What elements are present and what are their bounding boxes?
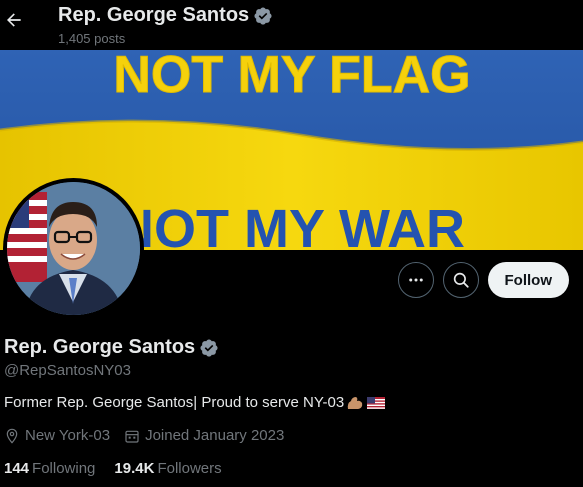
flexed-biceps-icon — [347, 396, 363, 409]
banner-line-2: NOT MY WAR — [115, 199, 465, 250]
ellipsis-icon — [408, 278, 423, 282]
location-text: New York-03 — [25, 427, 111, 444]
more-button[interactable] — [397, 262, 434, 298]
profile-meta: New York-03 Joined January 2023 — [4, 427, 298, 444]
header-name: Rep. George Santos — [58, 4, 250, 26]
followers-count: 19.4K — [114, 460, 155, 477]
location-item: New York-03 — [4, 427, 110, 444]
profile-name-row: Rep. George Santos — [4, 336, 219, 359]
profile-handle: @RepSantosNY03 — [4, 362, 131, 379]
us-flag-icon — [367, 396, 386, 409]
profile-avatar[interactable] — [3, 178, 144, 319]
joined-text: Joined January 2023 — [145, 427, 285, 444]
back-button[interactable] — [3, 9, 25, 31]
joined-item: Joined January 2023 — [124, 427, 284, 444]
banner-line-1: NOT MY FLAG — [113, 50, 470, 104]
following-count: 144 — [4, 460, 30, 477]
followers-link[interactable]: 19.4K Followers — [114, 460, 221, 477]
avatar-image — [7, 182, 140, 315]
followers-label: Followers — [157, 460, 222, 477]
calendar-icon — [125, 430, 139, 443]
arrow-left-icon — [7, 13, 21, 27]
verified-badge-icon[interactable] — [199, 338, 219, 358]
verified-badge-icon — [254, 6, 272, 25]
profile-actions: Follow — [397, 262, 569, 298]
bio-text: Former Rep. George Santos| Proud to serv… — [4, 394, 345, 411]
search-icon — [453, 272, 469, 288]
location-pin-icon — [6, 428, 18, 444]
header-title: Rep. George Santos — [58, 4, 273, 27]
post-count: 1,405 posts — [58, 31, 126, 46]
follow-button[interactable]: Follow — [487, 262, 569, 298]
following-label: Following — [32, 460, 96, 477]
search-button[interactable] — [442, 262, 479, 298]
following-link[interactable]: 144 Following — [4, 460, 95, 477]
profile-bio: Former Rep. George Santos| Proud to serv… — [4, 394, 386, 411]
profile-stats: 144 Following 19.4K Followers — [4, 460, 241, 477]
top-bar: Rep. George Santos 1,405 posts — [0, 0, 583, 50]
bio-emojis — [346, 395, 386, 411]
profile-name: Rep. George Santos — [4, 336, 196, 358]
